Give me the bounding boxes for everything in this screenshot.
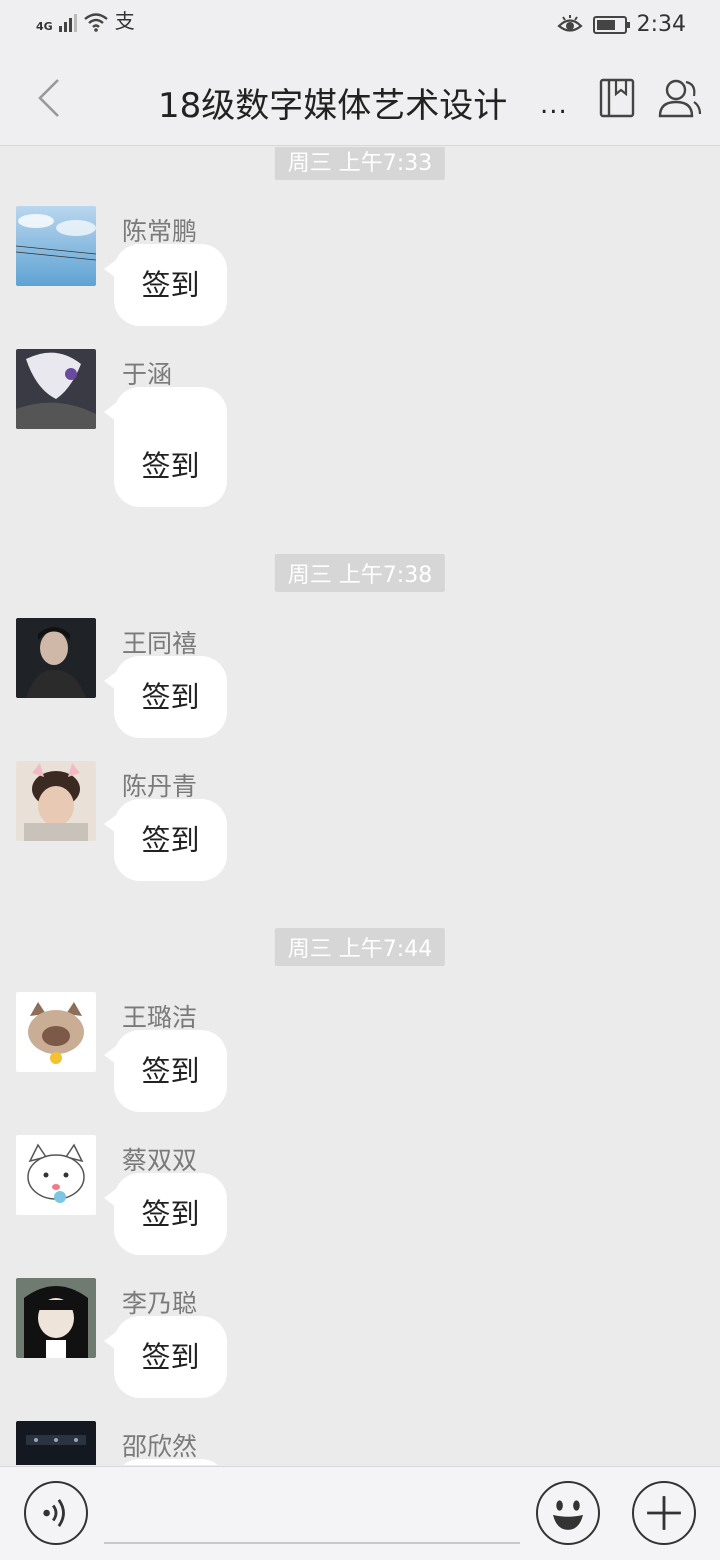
sender-name: 陈丹青 (122, 772, 198, 801)
sender-name: 陈常鹏 (122, 217, 198, 246)
avatar[interactable] (16, 206, 96, 286)
notebook-icon[interactable] (596, 76, 640, 120)
back-icon[interactable] (28, 76, 68, 120)
network-type: 4G (36, 20, 53, 33)
message-input[interactable] (104, 1542, 520, 1544)
signal-icon (58, 12, 77, 32)
avatar[interactable] (16, 761, 96, 841)
battery-icon (592, 15, 630, 34)
avatar[interactable] (16, 1278, 96, 1358)
status-left: 4G 支 (36, 10, 135, 32)
time-divider: 周三 上午7:44 (274, 928, 446, 966)
message-bubble[interactable]: 签到 (104, 1316, 227, 1398)
voice-icon[interactable] (24, 1481, 88, 1545)
sender-name: 蔡双双 (122, 1146, 198, 1175)
chat-title[interactable]: 18级数字媒体艺术设计 (158, 78, 507, 127)
group-members-icon[interactable] (656, 76, 702, 120)
input-bar (0, 1466, 720, 1560)
message-bubble[interactable]: 签到 (114, 1459, 227, 1465)
message-bubble[interactable]: 签到 (104, 244, 227, 326)
chat-header: 18级数字媒体艺术设计 ... (0, 50, 720, 146)
time-divider: 周三 上午7:38 (274, 554, 446, 592)
avatar[interactable] (16, 1135, 96, 1215)
avatar[interactable] (16, 618, 96, 698)
message-bubble[interactable]: 签到 (104, 656, 227, 738)
status-bar: 4G 支 2:34 (0, 0, 720, 50)
title-ellipsis: ... (540, 90, 568, 120)
eye-comfort-icon (556, 14, 583, 32)
plus-icon[interactable] (632, 1481, 696, 1545)
wifi-icon (83, 13, 108, 32)
status-time: 2:34 (636, 12, 686, 37)
avatar[interactable] (16, 349, 96, 429)
avatar[interactable] (16, 992, 96, 1072)
status-right: 2:34 (556, 12, 686, 37)
sender-name: 于涵 (122, 360, 173, 389)
time-divider: 周三 上午7:33 (274, 147, 446, 180)
avatar[interactable] (16, 1421, 96, 1465)
message-bubble[interactable]: 签到 (104, 1030, 227, 1112)
sender-name: 邵欣然 (122, 1432, 198, 1461)
sender-name: 王同禧 (122, 629, 198, 658)
emoji-icon[interactable] (536, 1481, 600, 1545)
sender-name: 李乃聪 (122, 1289, 198, 1318)
sender-name: 王璐洁 (122, 1003, 198, 1032)
message-bubble[interactable]: 签到 (104, 387, 227, 507)
battery-fill (596, 19, 615, 30)
message-bubble[interactable]: 签到 (104, 799, 227, 881)
message-bubble[interactable]: 签到 (104, 1173, 227, 1255)
alipay-icon: 支 (114, 9, 135, 33)
chat-message-list[interactable]: 周三 上午7:33 陈常鹏 签到 于涵 签到 周三 上午7:38 王同禧 签到 … (0, 147, 720, 1465)
